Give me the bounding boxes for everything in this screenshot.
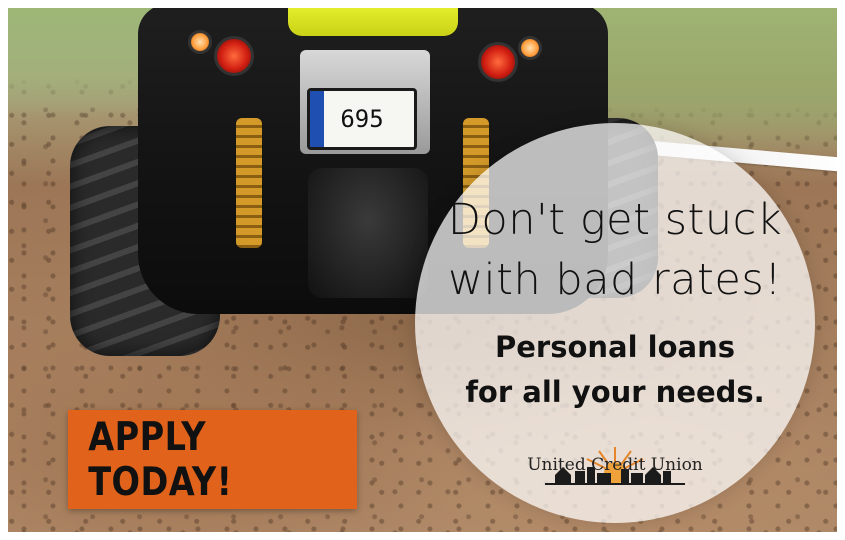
license-plate-number: 695 (340, 105, 384, 133)
ad-banner: 695 Don't get stuck with bad rates! Pers… (8, 8, 837, 532)
brand-name: United Credit Union (527, 455, 703, 475)
message-circle: Don't get stuck with bad rates! Personal… (415, 123, 815, 523)
atv-left-taillight (214, 36, 254, 76)
license-plate: 695 (307, 88, 417, 150)
headline-line-1: Don't get stuck (447, 195, 783, 245)
atv-seat (288, 8, 458, 36)
subhead-line-2: for all your needs. (465, 375, 765, 409)
atv-right-taillight (478, 42, 518, 82)
atv-left-shock (236, 118, 262, 248)
atv-engine (308, 168, 428, 298)
plate-eu-band (310, 91, 324, 147)
atv-right-indicator (518, 36, 542, 60)
apply-today-button[interactable]: APPLY TODAY! (68, 410, 357, 509)
subhead-line-1: Personal loans (494, 330, 735, 364)
apply-today-label: APPLY TODAY! (88, 414, 233, 505)
atv-left-indicator (188, 30, 212, 54)
headline-line-2: with bad rates! (448, 255, 782, 305)
